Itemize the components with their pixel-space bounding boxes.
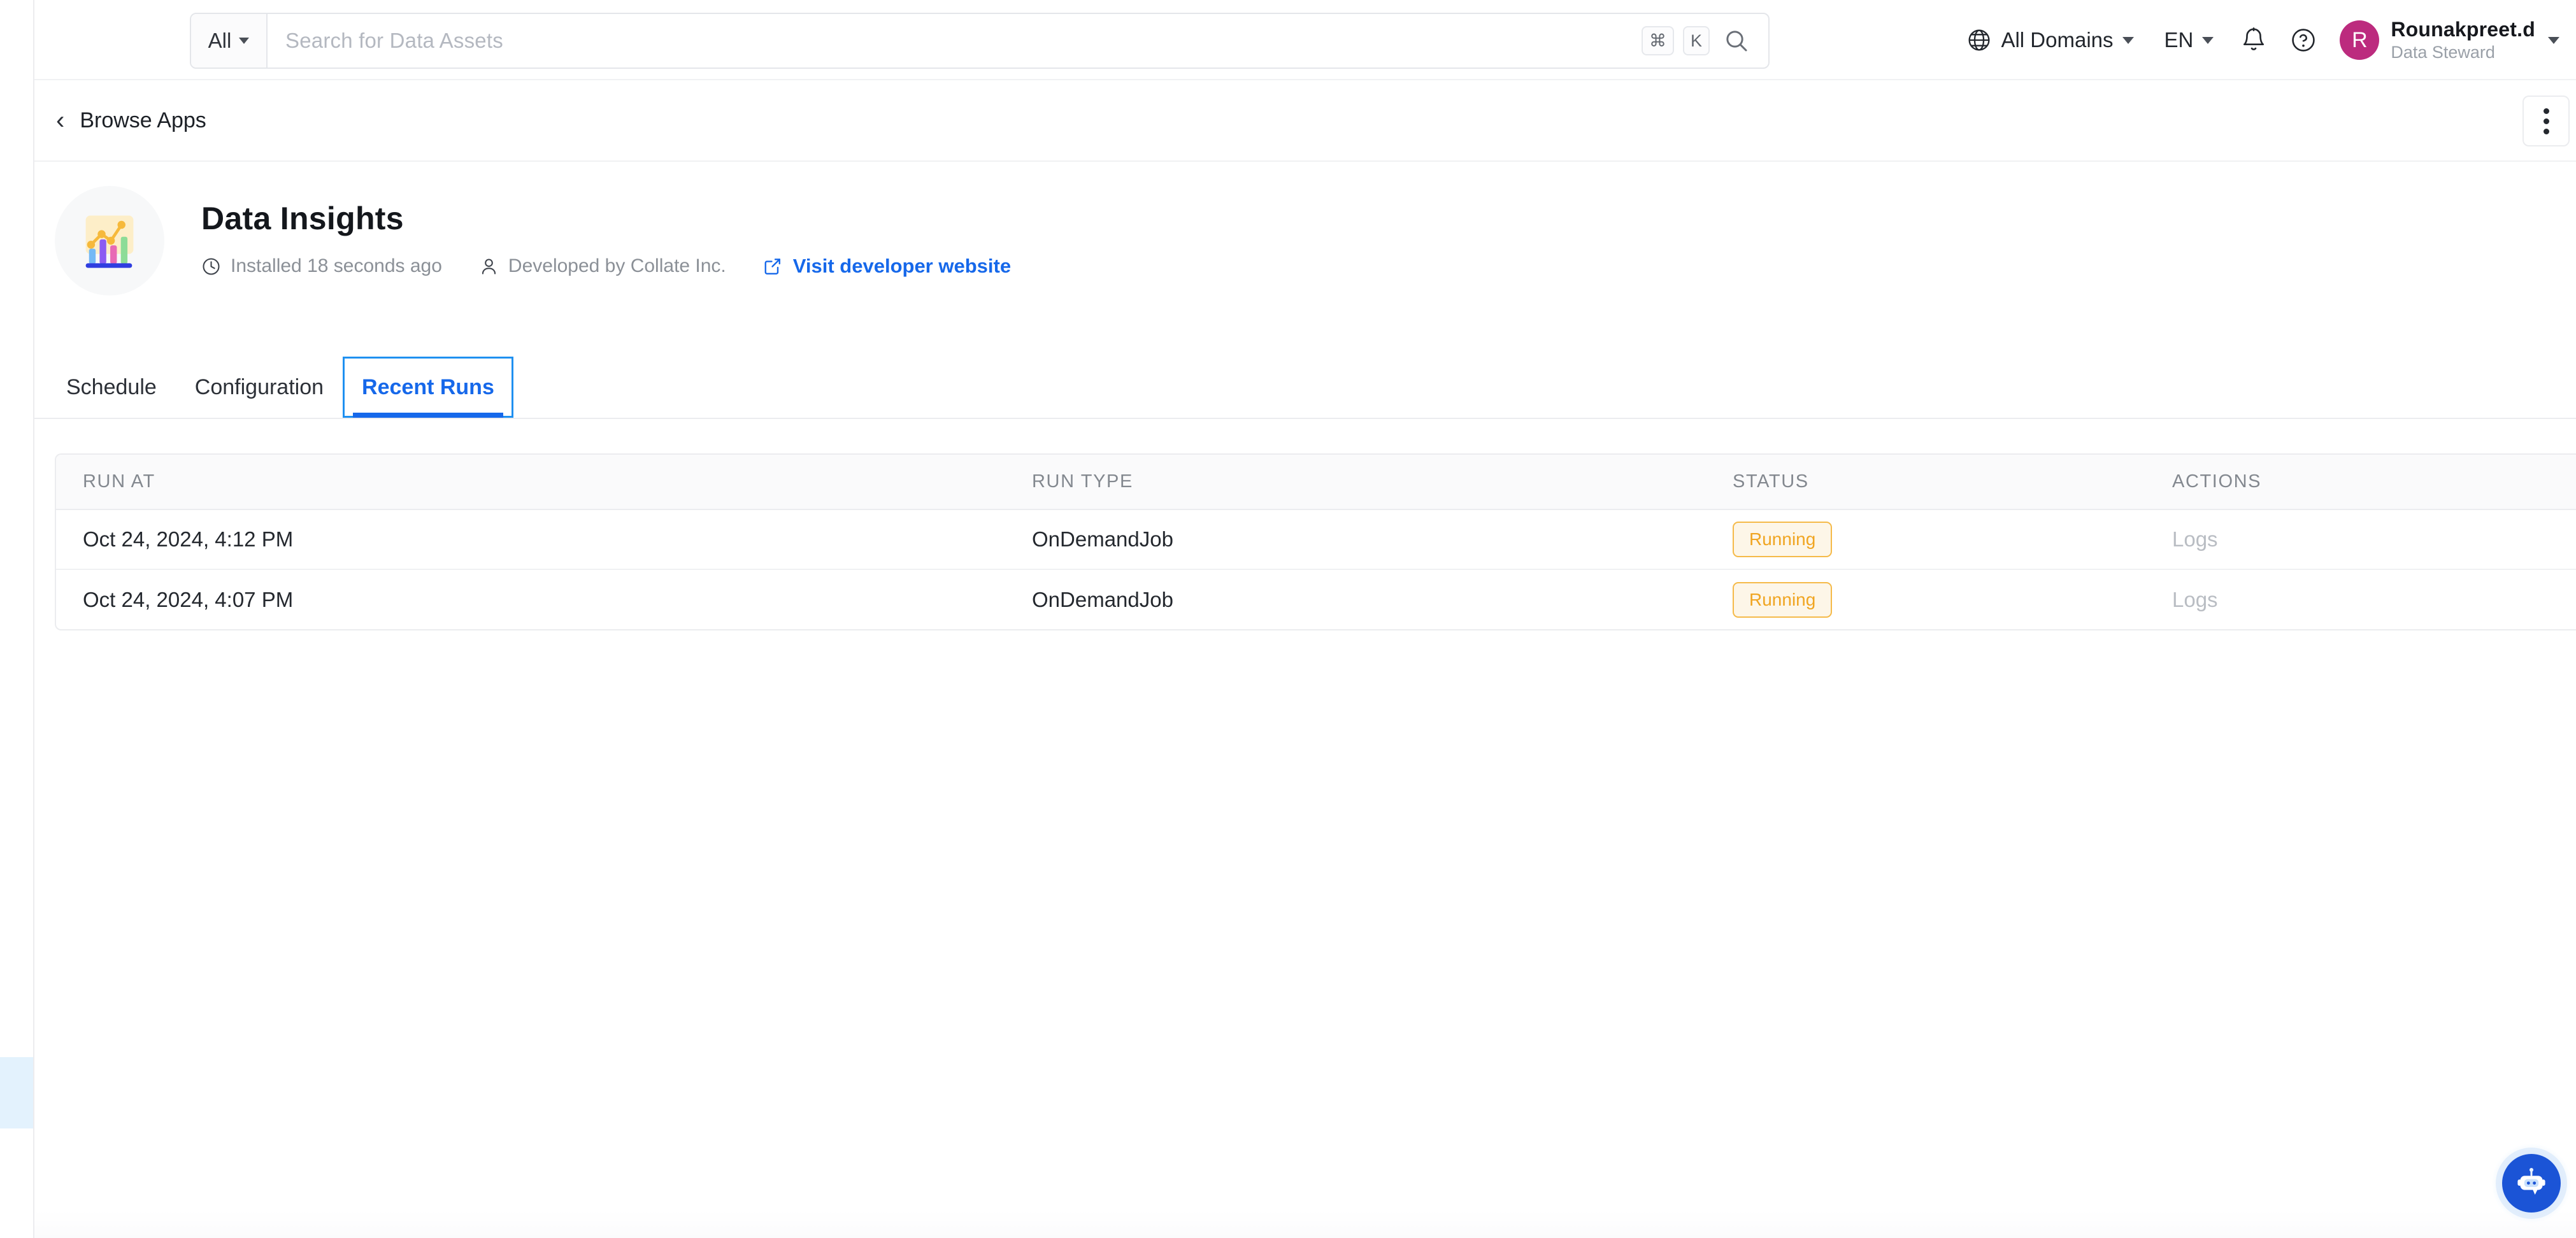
status-badge: Running <box>1733 522 1832 557</box>
developer-label: Developed by Collate Inc. <box>508 255 726 277</box>
page-bottom-edge <box>34 1210 2576 1238</box>
external-link-icon <box>763 257 782 276</box>
top-navigation-bar: All Search for Data Assets ⌘ K All Domai… <box>0 0 2576 80</box>
cell-run-at: Oct 24, 2024, 4:12 PM <box>56 509 1005 569</box>
page-title: Data Insights <box>201 200 1011 237</box>
back-to-browse-apps-button[interactable]: ‹ Browse Apps <box>56 108 206 133</box>
global-search-bar[interactable]: All Search for Data Assets ⌘ K <box>190 13 1770 69</box>
left-nav-rail <box>0 0 34 1238</box>
help-button[interactable] <box>2279 0 2328 80</box>
tab-schedule[interactable]: Schedule <box>47 357 176 418</box>
search-input[interactable]: Search for Data Assets <box>268 14 1642 68</box>
chevron-down-icon <box>2202 37 2214 44</box>
domain-selector[interactable]: All Domains <box>1951 0 2149 80</box>
logs-link[interactable]: Logs <box>2172 588 2218 611</box>
table-header-row: RUN AT RUN TYPE STATUS ACTIONS <box>56 455 2576 509</box>
rail-active-indicator[interactable] <box>0 1057 33 1128</box>
help-circle-icon <box>2290 27 2317 53</box>
column-header-status: STATUS <box>1706 455 2145 509</box>
visit-developer-website-link[interactable]: Visit developer website <box>763 255 1011 278</box>
more-options-button[interactable] <box>2522 96 2570 146</box>
installed-time: Installed 18 seconds ago <box>201 255 442 277</box>
user-profile-menu[interactable]: R Rounakpreet.d Data Steward <box>2328 0 2559 80</box>
developer-info: Developed by Collate Inc. <box>479 255 726 277</box>
cell-run-type: OnDemandJob <box>1005 509 1706 569</box>
robot-icon <box>2514 1165 2549 1201</box>
notifications-button[interactable] <box>2229 0 2279 80</box>
tab-configuration[interactable]: Configuration <box>176 357 343 418</box>
kebab-dot <box>2544 129 2549 134</box>
back-label: Browse Apps <box>80 108 206 133</box>
user-name: Rounakpreet.d <box>2391 18 2535 41</box>
tab-configuration-label: Configuration <box>195 375 324 400</box>
user-icon <box>479 257 499 276</box>
kebab-dot <box>2544 118 2549 124</box>
language-selector-label: EN <box>2165 28 2194 52</box>
tab-recent-runs[interactable]: Recent Runs <box>343 357 513 418</box>
app-logo <box>55 186 164 295</box>
table-row: Oct 24, 2024, 4:12 PM OnDemandJob Runnin… <box>56 509 2576 569</box>
cell-run-type: OnDemandJob <box>1005 569 1706 629</box>
app-header: Data Insights Installed 18 seconds ago D… <box>34 162 2576 295</box>
cell-actions: Logs <box>2145 509 2576 569</box>
kebab-dot <box>2544 108 2549 114</box>
search-scope-dropdown[interactable]: All <box>191 14 268 68</box>
search-icon[interactable] <box>1724 14 1768 68</box>
cell-status: Running <box>1706 509 2145 569</box>
status-badge: Running <box>1733 582 1832 618</box>
column-header-actions: ACTIONS <box>2145 455 2576 509</box>
cell-status: Running <box>1706 569 2145 629</box>
app-meta-row: Installed 18 seconds ago Developed by Co… <box>201 255 1011 278</box>
column-header-run-at: RUN AT <box>56 455 1005 509</box>
globe-icon <box>1966 27 1992 53</box>
search-shortcut-hint: ⌘ K <box>1642 14 1724 68</box>
data-insights-chart-icon <box>76 208 143 274</box>
search-scope-label: All <box>208 29 232 53</box>
installed-time-label: Installed 18 seconds ago <box>231 255 442 277</box>
bell-icon <box>2240 27 2267 53</box>
avatar: R <box>2340 20 2379 60</box>
chevron-down-icon <box>2548 37 2559 44</box>
app-tabs: Schedule Configuration Recent Runs <box>34 357 2576 419</box>
tab-schedule-label: Schedule <box>66 375 157 400</box>
app-meta: Data Insights Installed 18 seconds ago D… <box>201 186 1011 278</box>
chevron-left-icon: ‹ <box>56 108 64 133</box>
cell-actions: Logs <box>2145 569 2576 629</box>
top-bar-right-cluster: All Domains EN R Rounakpreet.d <box>1951 0 2559 80</box>
chat-assistant-button[interactable] <box>2502 1154 2561 1213</box>
clock-icon <box>201 257 221 276</box>
user-role: Data Steward <box>2391 43 2535 62</box>
language-selector[interactable]: EN <box>2149 0 2229 80</box>
column-header-run-type: RUN TYPE <box>1005 455 1706 509</box>
cell-run-at: Oct 24, 2024, 4:07 PM <box>56 569 1005 629</box>
chevron-down-icon <box>2122 37 2134 44</box>
command-key-badge: ⌘ <box>1642 26 1674 55</box>
k-key-badge: K <box>1683 26 1710 55</box>
table-row: Oct 24, 2024, 4:07 PM OnDemandJob Runnin… <box>56 569 2576 629</box>
logs-link[interactable]: Logs <box>2172 527 2218 551</box>
tab-recent-runs-label: Recent Runs <box>362 375 494 400</box>
visit-developer-website-label: Visit developer website <box>793 255 1011 278</box>
chevron-down-icon <box>239 38 249 44</box>
breadcrumb: ‹ Browse Apps <box>34 80 2576 162</box>
recent-runs-table: RUN AT RUN TYPE STATUS ACTIONS Oct 24, 2… <box>55 453 2576 630</box>
domain-selector-label: All Domains <box>2001 28 2113 52</box>
